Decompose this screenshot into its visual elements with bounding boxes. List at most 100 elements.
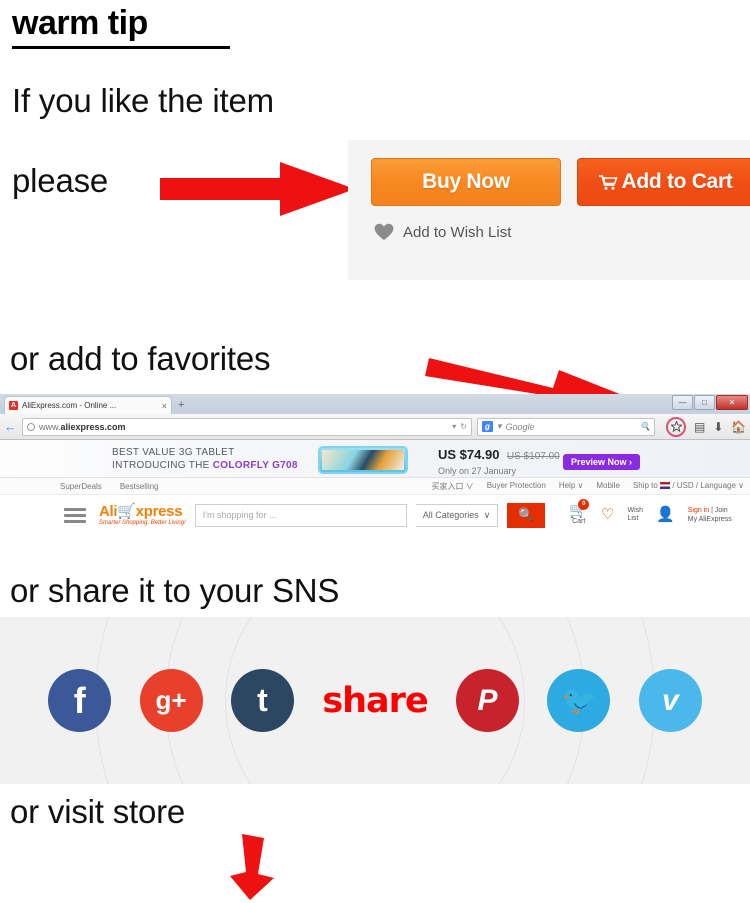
browser-toolbar-icons: ▤ ⬇ 🏠 ■ ▾ ☰ — [666, 416, 750, 437]
google-badge-icon: g — [482, 421, 493, 432]
star-bookmark-icon[interactable] — [666, 416, 686, 437]
text-visit-store: or visit store — [10, 793, 186, 830]
original-price: US $107.00 — [506, 451, 560, 462]
facebook-icon[interactable]: f — [48, 669, 112, 732]
add-to-cart-label: Add to Cart — [621, 170, 733, 193]
cart-button[interactable]: 🛒 0 Cart — [569, 499, 590, 526]
hamburger-menu-icon[interactable] — [64, 507, 86, 523]
current-price: US $74.90 — [438, 447, 500, 462]
top-links-right: 买家入口 ∨ Buyer Protection Help ∨ Mobile Sh… — [431, 481, 744, 492]
link-ship-to[interactable]: Ship to / USD / Language ∨ — [633, 481, 744, 492]
window-close-button[interactable]: ✕ — [716, 395, 748, 410]
reload-icon[interactable]: ↻ — [460, 422, 467, 431]
globe-icon — [27, 422, 35, 431]
browser-tab-title: AliExpress.com - Online ... — [22, 401, 117, 410]
url-text: www.aliexpress.com — [39, 421, 126, 432]
search-magnifier-icon[interactable]: 🔍 — [640, 422, 650, 431]
tab-close-icon[interactable]: × — [162, 401, 167, 411]
price-note: Only on 27 January — [438, 466, 517, 476]
twitter-icon[interactable]: 🐦 — [547, 669, 611, 732]
download-icon[interactable]: ⬇ — [713, 421, 723, 433]
browser-title-bar: A AliExpress.com - Online ... × + — □ ✕ — [0, 394, 750, 414]
banner-text: BEST VALUE 3G TABLET INTRODUCING THE COL… — [112, 446, 298, 472]
window-maximize-button[interactable]: □ — [694, 395, 715, 410]
link-buyer-protection[interactable]: Buyer Protection — [487, 481, 546, 492]
tumblr-icon[interactable]: t — [230, 669, 294, 732]
promo-banner[interactable]: BEST VALUE 3G TABLET INTRODUCING THE COL… — [0, 440, 750, 478]
browser-tab-aliexpress[interactable]: A AliExpress.com - Online ... × — [4, 396, 172, 414]
banner-line-1: BEST VALUE 3G TABLET — [112, 447, 235, 458]
buy-box-panel: Buy Now Add to Cart Add to Wish List — [348, 140, 750, 280]
add-to-wish-list-link[interactable]: Add to Wish List — [374, 223, 511, 241]
wish-label-line2: List — [627, 514, 639, 522]
cart-label: Cart — [572, 518, 586, 526]
browser-search-box[interactable]: g ▾ Google 🔍 — [477, 417, 655, 436]
header-actions: 🛒 0 Cart ♡ Wish List 👤 Sign in | Join My… — [569, 499, 732, 526]
text-please: please — [12, 162, 109, 199]
preview-now-button[interactable]: Preview Now › — [563, 454, 641, 470]
us-flag-icon — [660, 481, 671, 489]
tablet-product-image — [318, 446, 408, 474]
link-superdeals[interactable]: SuperDeals — [60, 482, 102, 491]
browser-nav-bar: ← www.aliexpress.com ▾ ↻ g ▾ Google 🔍 ▤ … — [0, 414, 750, 440]
google-plus-icon[interactable]: g+ — [139, 669, 203, 732]
banner-price-block: US $74.90 US $107.00 Only on 27 January — [438, 446, 560, 476]
search-placeholder: Google — [505, 421, 535, 432]
pinterest-icon[interactable]: P — [456, 669, 520, 732]
join-link[interactable]: | Join — [711, 507, 728, 514]
window-controls: — □ ✕ — [672, 395, 748, 410]
browser-window: A AliExpress.com - Online ... × + — □ ✕ … — [0, 394, 750, 535]
title-underline — [12, 46, 230, 49]
share-label: share — [322, 680, 428, 721]
heart-icon — [374, 223, 394, 240]
link-buyer-entry[interactable]: 买家入口 ∨ — [431, 481, 473, 492]
address-bar-right: ▾ ↻ — [452, 422, 467, 431]
new-tab-button[interactable]: + — [178, 399, 184, 411]
social-share-strip: f g+ t share P 🐦 v — [0, 617, 750, 784]
window-minimize-button[interactable]: — — [672, 395, 693, 410]
warm-tip-infographic: warm tip If you like the item please Buy… — [0, 0, 750, 903]
chevron-down-icon: ∨ — [483, 509, 491, 520]
aliexpress-top-links: SuperDeals Bestselling 买家入口 ∨ Buyer Prot… — [0, 478, 750, 495]
vimeo-icon[interactable]: v — [638, 669, 702, 732]
category-selector[interactable]: All Categories ∨ — [415, 503, 499, 527]
text-like-item: If you like the item — [12, 82, 274, 119]
aliexpress-logo[interactable]: Ali🛒xpress Smarter Shopping, Better Livi… — [99, 504, 186, 526]
sign-in-link[interactable]: Sign in — [688, 507, 709, 514]
buy-now-button[interactable]: Buy Now — [371, 158, 561, 206]
wish-list-label: Add to Wish List — [403, 223, 512, 241]
home-icon[interactable]: 🏠 — [731, 421, 746, 433]
back-arrow-icon[interactable]: ← — [4, 419, 17, 434]
search-submit-button[interactable]: 🔍 — [507, 502, 546, 528]
social-icon-row: f g+ t share P 🐦 v — [0, 617, 750, 784]
banner-line-2: INTRODUCING THE COLORFLY G708 — [112, 460, 298, 471]
link-help[interactable]: Help ∨ — [559, 481, 584, 492]
wish-list-label-block: Wish List — [627, 507, 643, 524]
text-share-sns: or share it to your SNS — [10, 572, 340, 609]
logo-tagline: Smarter Shopping, Better Living! — [99, 520, 186, 526]
link-bestselling[interactable]: Bestselling — [120, 482, 159, 491]
account-links: Sign in | Join My AliExpress — [688, 506, 732, 525]
logo-text: Ali🛒xpress — [99, 503, 183, 520]
red-arrow-right-icon — [160, 162, 355, 216]
search-dropdown-icon[interactable]: ▾ — [497, 421, 502, 432]
site-search-input[interactable]: I'm shopping for ... — [194, 503, 407, 527]
sign-in-row: Sign in | Join — [688, 506, 732, 515]
text-add-favorites: or add to favorites — [10, 340, 271, 377]
chevron-down-icon[interactable]: ▾ — [452, 422, 456, 431]
aliexpress-header: Ali🛒xpress Smarter Shopping, Better Livi… — [0, 495, 750, 535]
category-label: All Categories — [422, 510, 479, 520]
my-aliexpress-link[interactable]: My AliExpress — [688, 515, 732, 524]
purchase-button-row: Buy Now Add to Cart — [371, 158, 750, 206]
link-mobile[interactable]: Mobile — [596, 481, 620, 492]
wish-list-button[interactable]: ♡ — [601, 507, 614, 522]
account-button[interactable]: 👤 — [656, 507, 675, 522]
price-line: US $74.90 US $107.00 — [438, 446, 560, 464]
heart-outline-icon: ♡ — [601, 506, 615, 524]
wish-label-line1: Wish — [627, 506, 644, 514]
bookmark-highlight-circle — [666, 416, 686, 437]
shopping-cart-icon — [599, 174, 619, 190]
address-bar[interactable]: www.aliexpress.com ▾ ↻ — [22, 417, 472, 436]
reader-icon[interactable]: ▤ — [694, 421, 705, 433]
add-to-cart-button[interactable]: Add to Cart — [577, 158, 750, 206]
